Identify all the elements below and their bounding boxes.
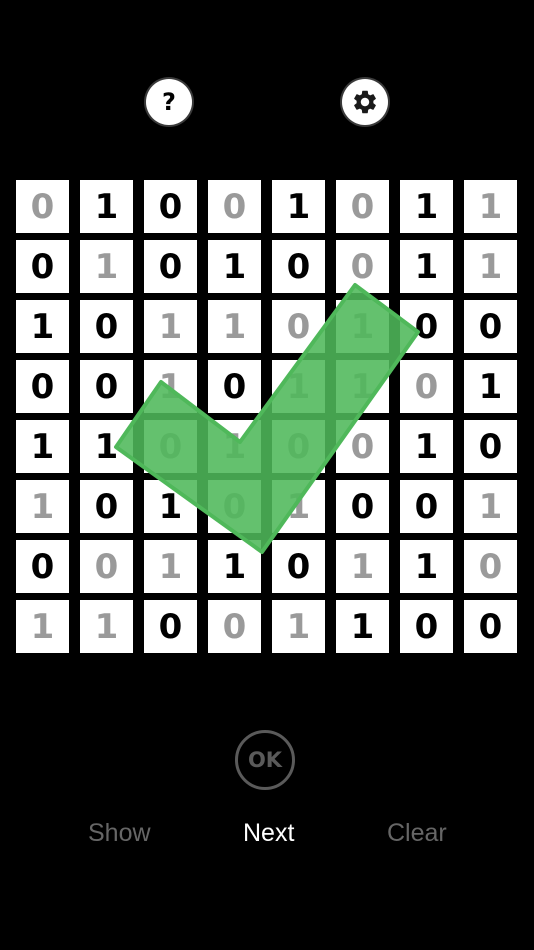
board-cell[interactable]: 1 bbox=[336, 360, 389, 413]
board-cell: 0 bbox=[208, 360, 261, 413]
board-cell[interactable]: 1 bbox=[16, 600, 69, 653]
puzzle-board: 0100101101010011101101000010110111010010… bbox=[16, 180, 517, 655]
board-cell: 0 bbox=[80, 300, 133, 353]
board-cell[interactable]: 0 bbox=[208, 180, 261, 233]
board-cell[interactable]: 0 bbox=[336, 240, 389, 293]
board-cell[interactable]: 0 bbox=[208, 480, 261, 533]
board-cell: 1 bbox=[400, 420, 453, 473]
board-cell[interactable]: 0 bbox=[336, 180, 389, 233]
board-cell[interactable]: 1 bbox=[80, 600, 133, 653]
board-cell: 1 bbox=[400, 540, 453, 593]
board-cell[interactable]: 1 bbox=[16, 480, 69, 533]
board-cell: 1 bbox=[336, 600, 389, 653]
board-cell: 0 bbox=[464, 600, 517, 653]
board-cell: 0 bbox=[80, 480, 133, 533]
board-cell: 0 bbox=[272, 240, 325, 293]
show-button[interactable]: Show bbox=[88, 818, 151, 848]
help-icon: ? bbox=[162, 88, 176, 116]
ok-button[interactable]: OK bbox=[235, 730, 295, 790]
board-cell: 1 bbox=[80, 420, 133, 473]
board-cell[interactable]: 0 bbox=[208, 600, 261, 653]
board-cell: 1 bbox=[80, 180, 133, 233]
board-cell: 0 bbox=[144, 180, 197, 233]
board-cell: 1 bbox=[208, 240, 261, 293]
board-cell: 0 bbox=[144, 240, 197, 293]
board-cell: 0 bbox=[16, 240, 69, 293]
next-button[interactable]: Next bbox=[243, 818, 294, 848]
board-cell: 0 bbox=[336, 480, 389, 533]
board-cell[interactable]: 1 bbox=[336, 300, 389, 353]
board-cell[interactable]: 1 bbox=[464, 180, 517, 233]
board-cell: 1 bbox=[272, 180, 325, 233]
board-cell[interactable]: 0 bbox=[272, 300, 325, 353]
board-cell[interactable]: 0 bbox=[16, 180, 69, 233]
board-cell[interactable]: 1 bbox=[80, 240, 133, 293]
board-cell: 1 bbox=[400, 180, 453, 233]
board-cell: 1 bbox=[400, 240, 453, 293]
help-button[interactable]: ? bbox=[146, 79, 192, 125]
board-cell[interactable]: 1 bbox=[144, 360, 197, 413]
board-cell: 0 bbox=[464, 300, 517, 353]
board-cell[interactable]: 1 bbox=[336, 540, 389, 593]
board-cell: 0 bbox=[80, 360, 133, 413]
board-cell[interactable]: 1 bbox=[272, 600, 325, 653]
board-cell: 1 bbox=[464, 360, 517, 413]
board-cell[interactable]: 0 bbox=[144, 420, 197, 473]
board-cell: 0 bbox=[400, 300, 453, 353]
board-cell[interactable]: 0 bbox=[272, 420, 325, 473]
settings-button[interactable] bbox=[342, 79, 388, 125]
board-cell: 0 bbox=[16, 360, 69, 413]
board-cell: 1 bbox=[208, 540, 261, 593]
gear-icon bbox=[354, 90, 376, 114]
board-cell: 0 bbox=[400, 480, 453, 533]
board-cell[interactable]: 1 bbox=[208, 300, 261, 353]
board-cell: 1 bbox=[16, 300, 69, 353]
clear-button[interactable]: Clear bbox=[387, 818, 447, 848]
board-cell[interactable]: 1 bbox=[272, 360, 325, 413]
board-cell: 1 bbox=[16, 420, 69, 473]
board-cell: 0 bbox=[400, 600, 453, 653]
board-cell: 0 bbox=[16, 540, 69, 593]
board-cell[interactable]: 1 bbox=[272, 480, 325, 533]
board-cell[interactable]: 0 bbox=[400, 360, 453, 413]
board-cell: 1 bbox=[144, 480, 197, 533]
board-cell[interactable]: 1 bbox=[464, 480, 517, 533]
board-cell: 0 bbox=[464, 420, 517, 473]
board-cell[interactable]: 1 bbox=[464, 240, 517, 293]
board-cell[interactable]: 1 bbox=[144, 540, 197, 593]
board-cell[interactable]: 0 bbox=[336, 420, 389, 473]
board-cell[interactable]: 0 bbox=[80, 540, 133, 593]
board-cell[interactable]: 1 bbox=[208, 420, 261, 473]
board-cell: 0 bbox=[272, 540, 325, 593]
board-cell[interactable]: 0 bbox=[464, 540, 517, 593]
board-cell: 0 bbox=[144, 600, 197, 653]
board-cell[interactable]: 1 bbox=[144, 300, 197, 353]
